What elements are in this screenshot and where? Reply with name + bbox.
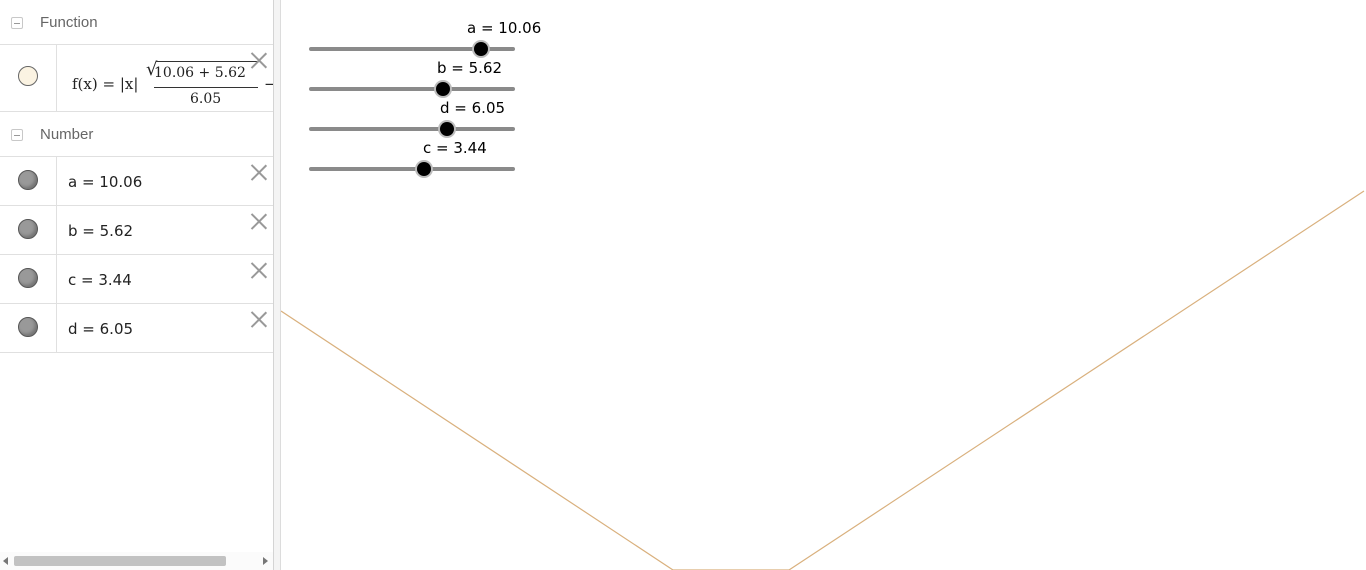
fraction-denominator: 6.05 [190,91,222,107]
slider-b[interactable]: b = 5.62 [281,58,581,98]
group-header-function[interactable]: Function [0,0,273,45]
function-trailing-operator: − [264,75,273,93]
radical-overline [156,61,258,62]
slider-track-b[interactable] [309,87,515,91]
definition-c[interactable]: c = 3.44 [68,271,132,289]
graphics-view[interactable]: a = 10.06 b = 5.62 d = 6.05 c = 3.44 [281,0,1366,570]
marble-column [0,157,57,205]
delete-c-icon[interactable] [251,262,267,278]
slider-knob-c[interactable] [417,162,432,176]
collapse-number-icon[interactable] [11,129,23,141]
fraction-bar [154,87,258,88]
slider-label-d: d = 6.05 [440,99,506,117]
collapse-function-icon[interactable] [11,17,23,29]
scrollbar-thumb[interactable] [14,556,226,566]
function-graph-f[interactable] [281,190,1365,570]
marble-column [0,45,57,111]
algebra-item-a[interactable]: a = 10.06 [0,157,273,206]
slider-label-b: b = 5.62 [437,59,503,77]
slider-d[interactable]: d = 6.05 [281,98,581,138]
group-header-number[interactable]: Number [0,112,273,157]
group-label-function: Function [40,14,98,31]
definition-b[interactable]: b = 5.62 [68,222,133,240]
slider-knob-d[interactable] [439,122,454,136]
marble-column [0,206,57,254]
algebra-view: Function f(x) = |x| √ 10.06 + 5.62 6.05 … [0,0,274,570]
visibility-marble-d[interactable] [18,317,38,337]
slider-knob-b[interactable] [436,82,451,96]
function-lhs: f(x) = |x| [72,75,139,93]
marble-column [0,255,57,303]
group-label-number: Number [40,126,94,143]
visibility-marble-f[interactable] [18,66,38,86]
definition-a[interactable]: a = 10.06 [68,173,142,191]
view-divider[interactable] [274,0,281,570]
marble-column [0,304,57,352]
slider-track-d[interactable] [309,127,515,131]
algebra-item-d[interactable]: d = 6.05 [0,304,273,353]
fraction-numerator: 10.06 + 5.62 [154,65,246,81]
slider-knob-a[interactable] [474,42,489,56]
scroll-left-icon[interactable] [3,557,8,565]
algebra-item-b[interactable]: b = 5.62 [0,206,273,255]
delete-b-icon[interactable] [251,213,267,229]
delete-a-icon[interactable] [251,164,267,180]
visibility-marble-b[interactable] [18,219,38,239]
slider-label-a: a = 10.06 [467,19,542,37]
visibility-marble-a[interactable] [18,170,38,190]
slider-a[interactable]: a = 10.06 [281,18,581,58]
slider-track-c[interactable] [309,167,515,171]
visibility-marble-c[interactable] [18,268,38,288]
definition-d[interactable]: d = 6.05 [68,320,133,338]
scroll-right-icon[interactable] [263,557,268,565]
delete-f-icon[interactable] [251,52,267,68]
algebra-item-c[interactable]: c = 3.44 [0,255,273,304]
slider-c[interactable]: c = 3.44 [281,138,581,178]
algebra-item-f[interactable]: f(x) = |x| √ 10.06 + 5.62 6.05 − [0,45,273,112]
horizontal-scrollbar[interactable] [0,552,273,570]
slider-label-c: c = 3.44 [423,139,487,157]
delete-d-icon[interactable] [251,311,267,327]
